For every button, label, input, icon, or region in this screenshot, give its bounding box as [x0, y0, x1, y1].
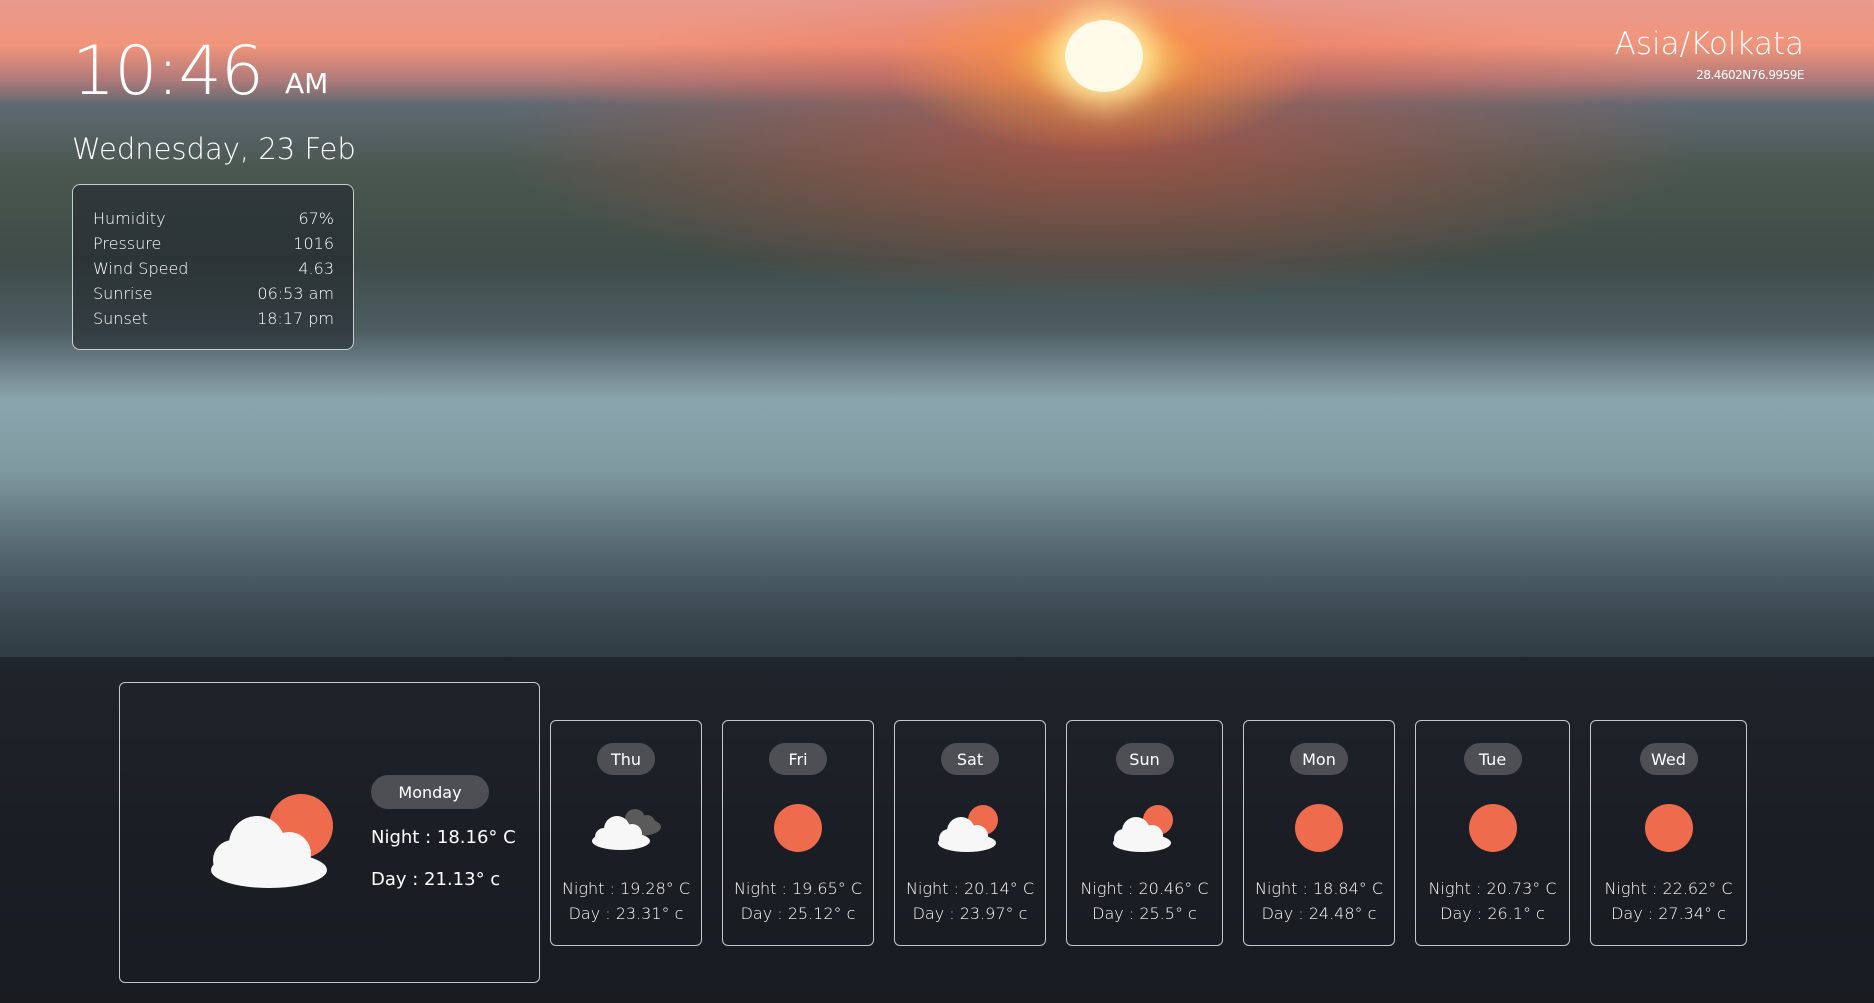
forecast-night-temp: Night : 20.14° C — [905, 879, 1035, 898]
forecast-card-mon: Mon Night : 18.84° C Day : 24.48° c — [1243, 720, 1395, 946]
forecast-card-thu: Thu Night : 19.28° C Day : 23.31° c — [550, 720, 702, 946]
clock: 10:46 AM — [72, 38, 328, 106]
detail-label: Humidity — [93, 209, 166, 228]
forecast-card-sat: Sat Night : 20.14° C Day : 23.97° c — [894, 720, 1046, 946]
cloud-sun-icon — [1112, 805, 1173, 852]
sun-icon — [1468, 804, 1517, 852]
detail-row-wind-speed: Wind Speed 4.63 — [93, 256, 334, 281]
cloudy-icon — [592, 809, 661, 850]
forecast-day-temp: Day : 26.1° c — [1440, 904, 1545, 923]
today-day-label: Monday — [371, 775, 489, 809]
forecast-night-temp: Night : 18.84° C — [1254, 879, 1384, 898]
detail-label: Wind Speed — [93, 259, 189, 278]
forecast-day-label: Sun — [1115, 743, 1174, 775]
detail-row-sunset: Sunset 18:17 pm — [93, 306, 334, 331]
detail-value: 18:17 pm — [257, 309, 334, 328]
detail-value: 06:53 am — [257, 284, 334, 303]
detail-row-humidity: Humidity 67% — [93, 206, 334, 231]
forecast-day-temp: Day : 27.34° c — [1611, 904, 1726, 923]
clock-time: 10:46 — [72, 32, 264, 111]
forecast-day-label: Sat — [941, 743, 999, 775]
forecast-day-label: Thu — [597, 743, 655, 775]
detail-label: Pressure — [93, 234, 162, 253]
detail-value: 1016 — [293, 234, 334, 253]
detail-value: 4.63 — [298, 259, 334, 278]
sun-icon — [774, 804, 822, 852]
sun-icon — [1295, 804, 1343, 852]
detail-value: 67% — [298, 209, 334, 228]
today-forecast-card: Monday Night : 18.16° C Day : 21.13° c — [119, 682, 540, 983]
cloud-sun-icon — [938, 805, 998, 852]
weather-details-box: Humidity 67% Pressure 1016 Wind Speed 4.… — [72, 184, 354, 350]
detail-row-sunrise: Sunrise 06:53 am — [93, 281, 334, 306]
forecast-day-label: Fri — [769, 743, 827, 775]
sun-icon — [1644, 804, 1693, 852]
background-sun — [1065, 20, 1143, 92]
forecast-night-temp: Night : 20.73° C — [1428, 879, 1557, 898]
forecast-day-temp: Day : 24.48° c — [1261, 904, 1377, 923]
clock-ampm: AM — [284, 67, 329, 100]
cloud-sun-icon — [211, 794, 333, 888]
forecast-night-temp: Night : 20.46° C — [1080, 879, 1209, 898]
location-info: Asia/Kolkata 28.4602N76.9959E — [1614, 26, 1805, 82]
forecast-card-wed: Wed Night : 22.62° C Day : 27.34° c — [1590, 720, 1747, 946]
forecast-day-temp: Day : 25.12° c — [740, 904, 856, 923]
today-night-temp: Night : 18.16° C — [371, 827, 516, 848]
forecast-day-temp: Day : 23.31° c — [568, 904, 684, 923]
forecast-day-label: Mon — [1290, 743, 1348, 775]
forecast-card-fri: Fri Night : 19.65° C Day : 25.12° c — [722, 720, 874, 946]
forecast-day-label: Tue — [1463, 743, 1522, 775]
forecast-night-temp: Night : 22.62° C — [1604, 879, 1733, 898]
forecast-day-temp: Day : 25.5° c — [1092, 904, 1197, 923]
forecast-card-tue: Tue Night : 20.73° C Day : 26.1° c — [1415, 720, 1570, 946]
forecast-day-temp: Day : 23.97° c — [912, 904, 1028, 923]
detail-row-pressure: Pressure 1016 — [93, 231, 334, 256]
current-date: Wednesday, 23 Feb — [72, 132, 356, 166]
today-day-temp: Day : 21.13° c — [371, 869, 501, 890]
forecast-night-temp: Night : 19.65° C — [733, 879, 863, 898]
detail-label: Sunrise — [93, 284, 153, 303]
forecast-night-temp: Night : 19.28° C — [561, 879, 691, 898]
detail-label: Sunset — [93, 309, 148, 328]
location-coords: 28.4602N76.9959E — [1696, 68, 1804, 82]
timezone-name: Asia/Kolkata — [1614, 26, 1804, 62]
forecast-day-label: Wed — [1639, 743, 1698, 775]
forecast-card-sun: Sun Night : 20.46° C Day : 25.5° c — [1066, 720, 1223, 946]
